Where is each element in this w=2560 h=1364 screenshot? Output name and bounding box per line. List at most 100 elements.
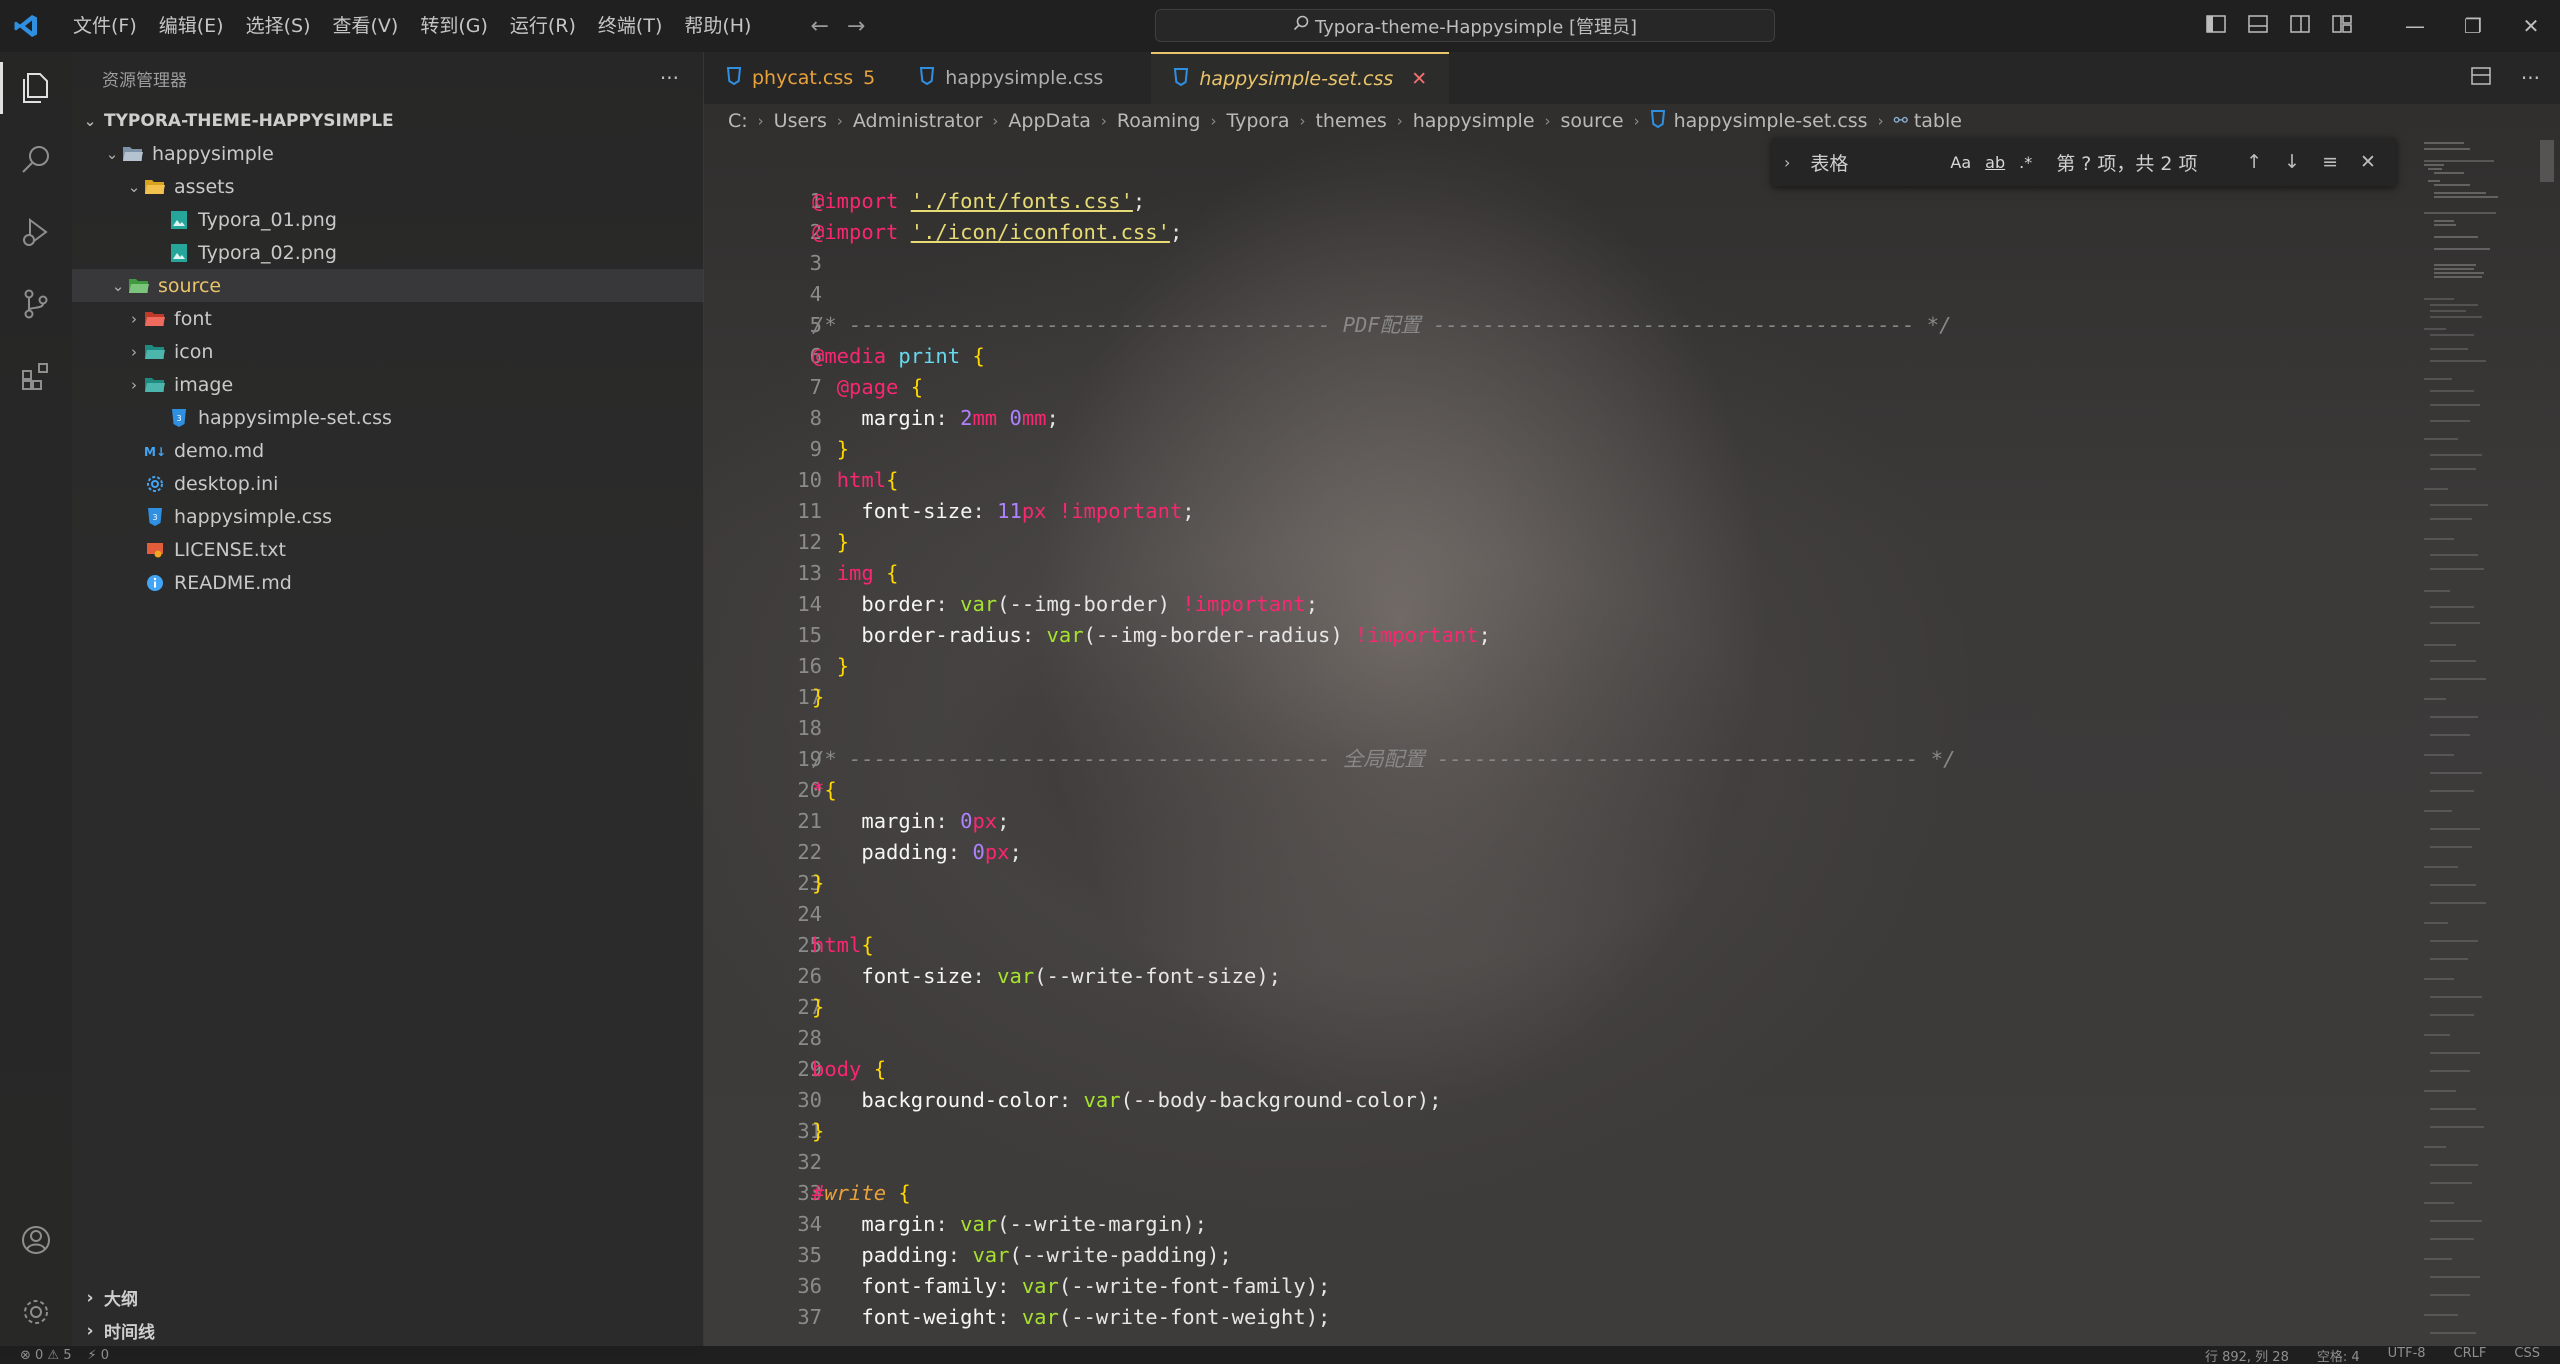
indentation[interactable]: 空格: 4 xyxy=(2317,1346,2360,1364)
timeline-label: 时间线 xyxy=(104,1323,155,1343)
tree-item-typora-02[interactable]: Typora_02.png xyxy=(72,236,704,269)
line-number: 12 xyxy=(797,530,822,554)
breadcrumb-item[interactable]: themes xyxy=(1315,110,1386,132)
language-mode[interactable]: CSS xyxy=(2514,1346,2540,1364)
line-number: 8 xyxy=(809,406,822,430)
code-editor[interactable]: 1 @import './font/fonts.css'; 2 @import '.… xyxy=(704,186,2404,1346)
previous-match-icon[interactable]: ↑ xyxy=(2246,151,2262,173)
timeline-section[interactable]: › 时间线 xyxy=(72,1314,704,1347)
code-text: } xyxy=(836,530,850,554)
tree-item-demo-md[interactable]: M↓ demo.md xyxy=(72,434,704,467)
next-match-icon[interactable]: ↓ xyxy=(2284,151,2300,173)
vertical-scrollbar-thumb[interactable] xyxy=(2540,140,2554,182)
breadcrumb-item[interactable]: C: xyxy=(728,110,748,132)
forward-arrow-icon[interactable]: → xyxy=(847,14,865,39)
code-text: font-size: 11px !important; xyxy=(861,499,1195,523)
menu-go[interactable]: 转到(G) xyxy=(409,0,499,52)
search-activity-icon[interactable] xyxy=(0,124,72,196)
run-debug-icon[interactable] xyxy=(0,196,72,268)
line-number: 34 xyxy=(797,1212,822,1236)
line-number: 13 xyxy=(797,561,822,585)
encoding[interactable]: UTF-8 xyxy=(2388,1346,2426,1364)
toggle-primary-sidebar-icon[interactable] xyxy=(2206,14,2226,38)
command-center-search[interactable]: Typora-theme-Happysimple [管理员] xyxy=(1155,9,1775,42)
cursor-position[interactable]: 行 892, 列 28 xyxy=(2205,1346,2289,1364)
split-editor-icon[interactable] xyxy=(2471,66,2491,90)
use-regex-icon[interactable]: .* xyxy=(2019,153,2032,172)
tab-phycat-css[interactable]: phycat.css 5 xyxy=(704,52,897,104)
breadcrumb-item[interactable]: table xyxy=(1914,110,1962,132)
extensions-icon[interactable] xyxy=(0,340,72,412)
tree-item-label: source xyxy=(158,274,222,297)
tab-label: happysimple-set.css xyxy=(1199,68,1394,90)
menu-terminal[interactable]: 终端(T) xyxy=(587,0,673,52)
tab-happysimple-css[interactable]: happysimple.css xyxy=(897,52,1151,104)
line-ending[interactable]: CRLF xyxy=(2454,1346,2487,1364)
tree-item-icon[interactable]: › icon xyxy=(72,335,704,368)
breadcrumb-item[interactable]: happysimple-set.css xyxy=(1674,110,1868,132)
find-in-selection-icon[interactable]: ≡ xyxy=(2322,151,2338,173)
breadcrumb-item[interactable]: Users xyxy=(774,110,827,132)
match-whole-word-icon[interactable]: ab xyxy=(1985,153,2005,172)
line-number: 27 xyxy=(797,995,822,1019)
more-actions-icon[interactable]: ··· xyxy=(660,66,679,90)
tree-item-font[interactable]: › font xyxy=(72,302,704,335)
more-actions-icon[interactable]: ··· xyxy=(2521,66,2540,90)
tab-happysimple-set-css[interactable]: happysimple-set.css ✕ xyxy=(1151,52,1450,104)
close-find-icon[interactable]: ✕ xyxy=(2360,151,2376,173)
tree-item-assets[interactable]: ⌄ assets xyxy=(72,170,704,203)
find-buttons: ↑ ↓ ≡ ✕ xyxy=(2246,151,2376,173)
menu-help[interactable]: 帮助(H) xyxy=(673,0,762,52)
source-control-icon[interactable] xyxy=(0,268,72,340)
explorer-icon[interactable] xyxy=(0,52,72,124)
toggle-panel-icon[interactable] xyxy=(2248,14,2268,38)
problems-status[interactable]: ⊗ 0 ⚠ 5 xyxy=(20,1348,72,1363)
accounts-icon[interactable] xyxy=(0,1204,72,1276)
css-file-icon xyxy=(1650,109,1666,133)
minimize-button[interactable]: — xyxy=(2386,0,2444,52)
outline-section[interactable]: › 大纲 xyxy=(72,1281,704,1314)
settings-gear-icon[interactable] xyxy=(0,1276,72,1348)
menu-run[interactable]: 运行(R) xyxy=(499,0,587,52)
tree-item-license[interactable]: LICENSE.txt xyxy=(72,533,704,566)
tree-item-desktop-ini[interactable]: desktop.ini xyxy=(72,467,704,500)
menu-view[interactable]: 查看(V) xyxy=(322,0,410,52)
tree-item-readme[interactable]: README.md xyxy=(72,566,704,599)
import-path: './icon/iconfont.css' xyxy=(910,220,1170,244)
workspace-root[interactable]: ⌄ TYPORA-THEME-HAPPYSIMPLE xyxy=(72,104,704,137)
tree-item-image[interactable]: › image xyxy=(72,368,704,401)
tree-item-happysimple-css[interactable]: 3 happysimple.css xyxy=(72,500,704,533)
customize-layout-icon[interactable] xyxy=(2332,14,2352,38)
breadcrumb-item[interactable]: Typora xyxy=(1226,110,1289,132)
breadcrumb-item[interactable]: Roaming xyxy=(1117,110,1201,132)
menu-file[interactable]: 文件(F) xyxy=(62,0,148,52)
breadcrumb-item[interactable]: AppData xyxy=(1008,110,1091,132)
tree-item-label: README.md xyxy=(174,571,292,594)
line-number: 1 xyxy=(809,189,822,213)
menu-edit[interactable]: 编辑(E) xyxy=(148,0,235,52)
tree-item-happysimple-set-css[interactable]: 3 happysimple-set.css xyxy=(72,401,704,434)
breadcrumb-item[interactable]: source xyxy=(1561,110,1624,132)
folder-assets-icon xyxy=(144,176,166,198)
tree-item-happysimple[interactable]: ⌄ happysimple xyxy=(72,137,704,170)
breadcrumb-item[interactable]: Administrator xyxy=(853,110,983,132)
close-tab-icon[interactable]: ✕ xyxy=(1411,68,1427,90)
code-text: border: var(--img-border) !important; xyxy=(861,592,1319,616)
chevron-right-icon: › xyxy=(757,112,764,130)
minimap[interactable] xyxy=(2420,138,2540,1348)
chevron-right-icon: › xyxy=(1299,112,1306,130)
gear-file-icon xyxy=(144,473,166,495)
close-window-button[interactable]: ✕ xyxy=(2502,0,2560,52)
tree-item-typora-01[interactable]: Typora_01.png xyxy=(72,203,704,236)
restore-button[interactable]: ❐ xyxy=(2444,0,2502,52)
ports-status[interactable]: ⚡ 0 xyxy=(88,1348,110,1363)
code-text: } xyxy=(812,685,825,709)
menu-selection[interactable]: 选择(S) xyxy=(235,0,322,52)
markdown-file-icon: M↓ xyxy=(144,440,166,462)
tree-item-source[interactable]: ⌄ source xyxy=(72,269,704,302)
toggle-secondary-sidebar-icon[interactable] xyxy=(2290,14,2310,38)
find-input[interactable]: 表格 xyxy=(1790,149,1940,176)
breadcrumb-item[interactable]: happysimple xyxy=(1413,110,1535,132)
back-arrow-icon[interactable]: ← xyxy=(810,14,828,39)
match-case-icon[interactable]: Aa xyxy=(1950,153,1971,172)
